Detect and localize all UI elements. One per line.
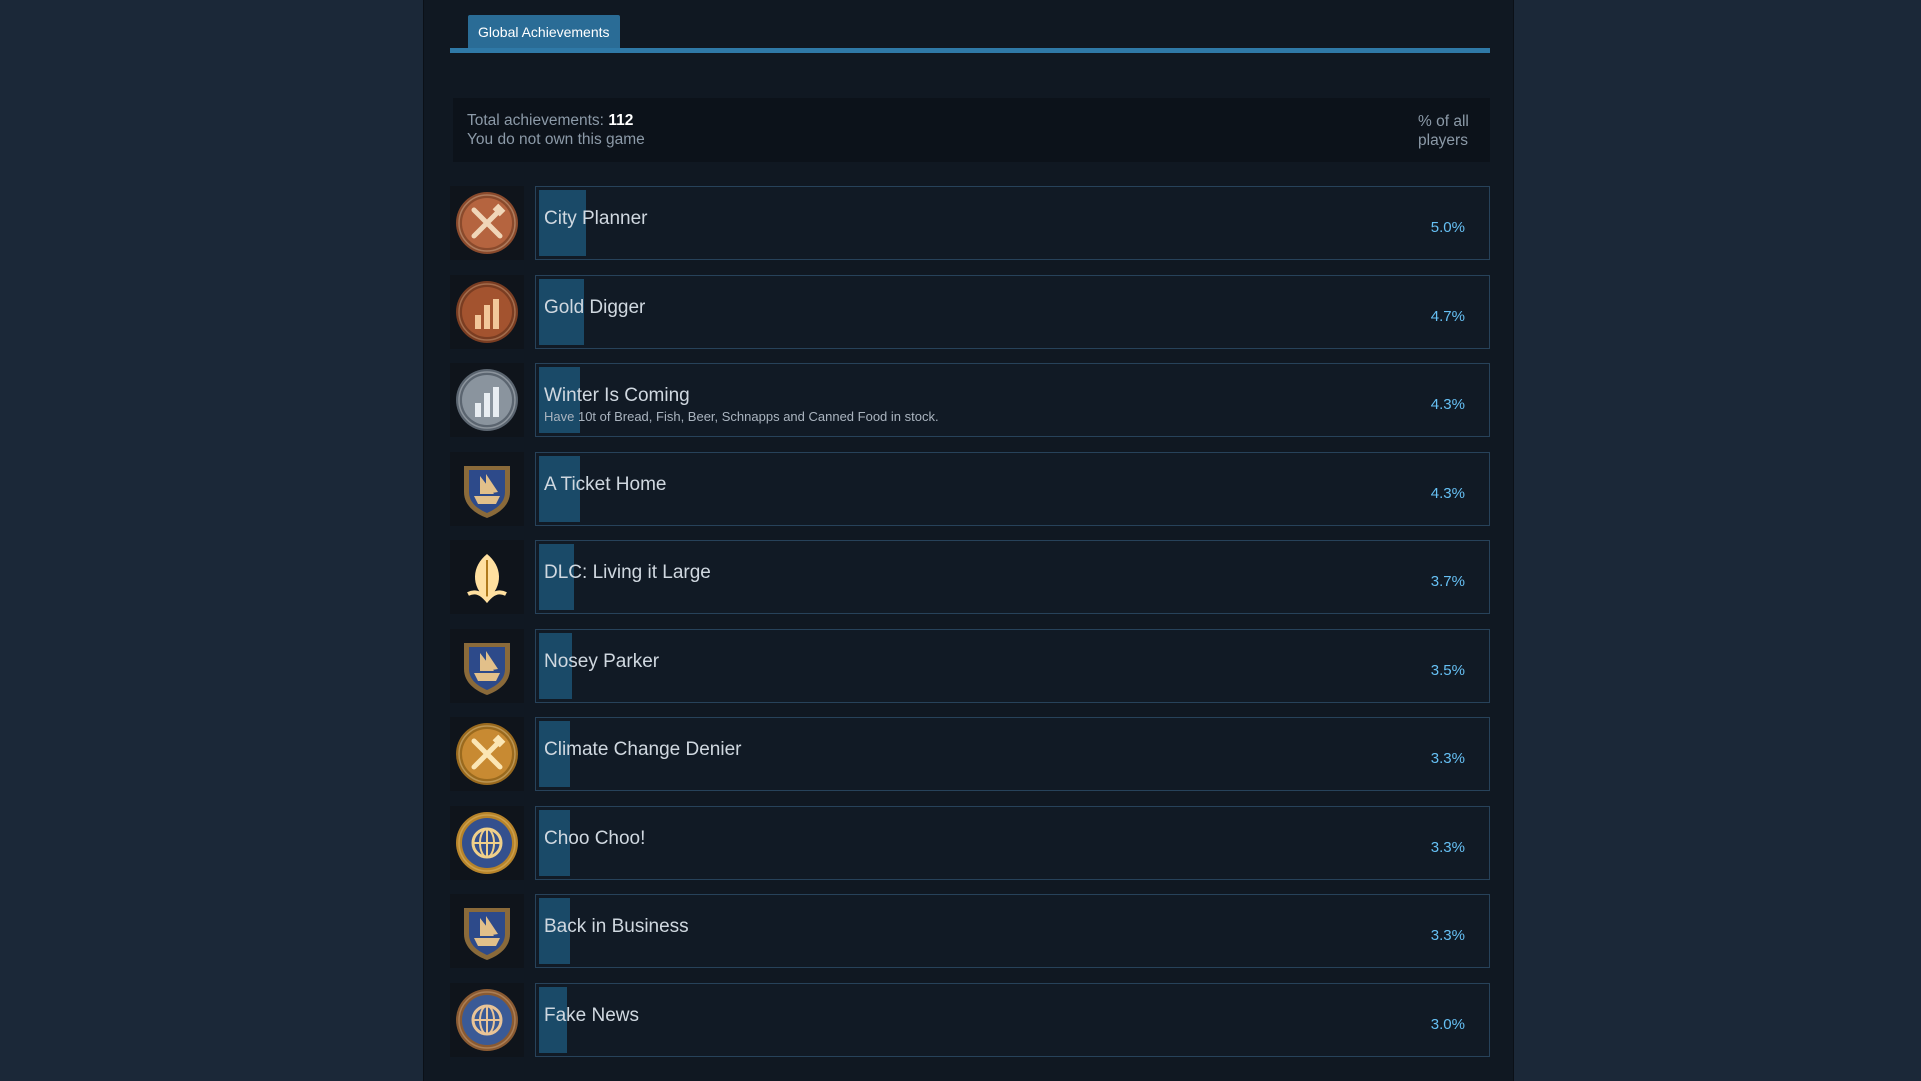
achievement-name: Choo Choo!	[544, 827, 646, 849]
ship-shield-icon	[450, 894, 524, 968]
achievement-percent: 3.5%	[1430, 661, 1465, 679]
achievement-name: Winter Is Coming	[544, 385, 690, 406]
tab-global-achievements[interactable]: Global Achievements	[468, 15, 620, 49]
golden-leaf-icon	[450, 540, 524, 614]
achievement-description: Have 10t of Bread, Fish, Beer, Schnapps …	[544, 409, 939, 424]
achievement-row: City Planner 5.0%	[450, 186, 1490, 260]
achievement-row: A Ticket Home 4.3%	[450, 451, 1490, 526]
achievements-panel: Global Achievements Total achievements: …	[423, 0, 1514, 1081]
achievement-percent: 3.3%	[1430, 838, 1465, 856]
achievement-percent: 3.7%	[1430, 573, 1465, 590]
gold-tools-medal-icon	[450, 717, 524, 791]
achievement-row: Choo Choo! 3.3%	[450, 805, 1490, 880]
achievement-row: Winter Is Coming Have 10t of Bread, Fish,…	[450, 363, 1490, 437]
achievement-progress-bar: Fake News 3.0%	[535, 982, 1490, 1057]
silver-gear-chart-icon	[450, 363, 524, 437]
total-achievements: Total achievements: 112	[467, 112, 633, 130]
achievement-row: DLC: Living it Large 3.7%	[450, 540, 1490, 614]
achievement-progress-bar: DLC: Living it Large 3.7%	[535, 540, 1490, 614]
achievement-progress-bar: Winter Is Coming Have 10t of Bread, Fish,…	[535, 363, 1490, 437]
achievement-percent: 3.3%	[1430, 750, 1465, 767]
gold-compass-globe-icon	[450, 805, 524, 880]
achievement-name: Fake News	[544, 1004, 640, 1026]
achievement-percent: 3.3%	[1430, 927, 1465, 944]
achievement-name: Back in Business	[544, 916, 689, 937]
achievement-progress-bar: City Planner 5.0%	[535, 186, 1490, 260]
tab-underline	[450, 48, 1490, 53]
achievement-progress-bar: A Ticket Home 4.3%	[535, 451, 1490, 526]
bronze-globe-medal-icon	[450, 982, 524, 1057]
achievement-progress-bar: Climate Change Denier 3.3%	[535, 717, 1490, 791]
achievement-percent: 4.7%	[1430, 307, 1465, 325]
achievement-row: Nosey Parker 3.5%	[450, 628, 1490, 703]
achievement-progress-bar: Gold Digger 4.7%	[535, 274, 1490, 349]
achievement-row: Back in Business 3.3%	[450, 894, 1490, 968]
achievement-progress-bar: Nosey Parker 3.5%	[535, 628, 1490, 703]
achievement-progress-bar: Back in Business 3.3%	[535, 894, 1490, 968]
bronze-gear-chart-icon	[450, 274, 524, 349]
total-label: Total achievements:	[467, 112, 604, 129]
total-count: 112	[608, 112, 634, 129]
achievement-name: DLC: Living it Large	[544, 562, 711, 583]
bronze-tools-medal-icon	[450, 186, 524, 260]
achievement-name: Climate Change Denier	[544, 739, 742, 760]
achievement-percent: 5.0%	[1430, 219, 1465, 236]
percent-column-header: % of all players	[1418, 112, 1474, 150]
summary-header: Total achievements: 112 You do not own t…	[453, 98, 1490, 162]
achievement-name: Gold Digger	[544, 296, 646, 318]
achievement-row: Climate Change Denier 3.3%	[450, 717, 1490, 791]
achievement-name: A Ticket Home	[544, 473, 667, 495]
achievement-percent: 3.0%	[1430, 1015, 1465, 1033]
ship-shield-icon	[450, 451, 524, 526]
percent-header-line1: % of all	[1418, 113, 1469, 130]
achievement-row: Fake News 3.0%	[450, 982, 1490, 1057]
achievement-row: Gold Digger 4.7%	[450, 274, 1490, 349]
achievement-progress-bar: Choo Choo! 3.3%	[535, 805, 1490, 880]
achievement-percent: 4.3%	[1430, 484, 1465, 502]
achievement-name: Nosey Parker	[544, 650, 660, 672]
ownership-status: You do not own this game	[467, 131, 645, 148]
percent-header-line2: players	[1418, 132, 1468, 149]
achievement-name: City Planner	[544, 208, 648, 229]
achievement-percent: 4.3%	[1430, 396, 1465, 413]
ship-shield-icon	[450, 628, 524, 703]
